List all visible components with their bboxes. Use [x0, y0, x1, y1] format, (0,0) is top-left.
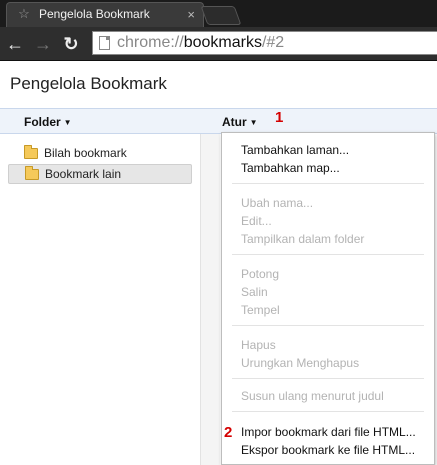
- menu-cut[interactable]: Potong: [241, 267, 279, 281]
- url-host: bookmarks: [183, 34, 262, 51]
- tab-title: Pengelola Bookmark: [39, 7, 150, 21]
- tree-item-label: Bilah bookmark: [44, 146, 127, 160]
- folder-icon: [25, 165, 39, 180]
- organize-dropdown-menu: Tambahkan laman... Tambahkan map... Ubah…: [221, 132, 435, 465]
- pane-splitter[interactable]: [200, 134, 220, 465]
- annotation-marker-1: 1: [275, 109, 284, 126]
- menu-copy[interactable]: Salin: [241, 285, 268, 299]
- menu-separator: [232, 254, 424, 255]
- menu-rename[interactable]: Ubah nama...: [241, 196, 313, 210]
- tree-item-label: Bookmark lain: [45, 167, 122, 181]
- organize-menu-button[interactable]: Atur ▼: [222, 115, 258, 129]
- menu-delete[interactable]: Hapus: [241, 338, 276, 352]
- page-title: Pengelola Bookmark: [10, 74, 167, 93]
- menu-sort-by-title[interactable]: Susun ulang menurut judul: [241, 389, 384, 403]
- back-button[interactable]: ←: [4, 33, 26, 55]
- tree-item-bookmarks-bar[interactable]: Bilah bookmark: [8, 143, 192, 163]
- menu-separator: [232, 325, 424, 326]
- url-text: chrome://bookmarks/#2: [117, 34, 284, 52]
- menu-add-page[interactable]: Tambahkan laman...: [241, 143, 349, 157]
- star-icon: ☆: [18, 6, 30, 21]
- url-path: /#2: [261, 34, 285, 51]
- organize-menu-label: Atur: [222, 115, 247, 129]
- new-tab-button[interactable]: [200, 6, 242, 25]
- menu-undo-delete[interactable]: Urungkan Menghapus: [241, 356, 359, 370]
- menu-paste[interactable]: Tempel: [241, 303, 280, 317]
- column-header-bar: Folder ▼ Atur ▼: [0, 108, 437, 134]
- folder-menu-label: Folder: [24, 115, 61, 129]
- menu-import-html[interactable]: Impor bookmark dari file HTML...: [241, 425, 416, 439]
- close-tab-icon[interactable]: ×: [187, 7, 195, 22]
- tree-item-other-bookmarks[interactable]: Bookmark lain: [8, 164, 192, 184]
- forward-button[interactable]: →: [32, 33, 54, 55]
- folder-tree: Bilah bookmark Bookmark lain: [0, 134, 200, 465]
- tab-strip: ☆ Pengelola Bookmark ×: [0, 0, 437, 28]
- reload-button[interactable]: ↻: [60, 33, 82, 55]
- folder-menu-button[interactable]: Folder ▼: [24, 115, 72, 129]
- url-scheme: chrome://: [117, 34, 184, 51]
- annotation-marker-2: 2: [224, 424, 233, 441]
- menu-separator: [232, 378, 424, 379]
- folder-icon: [24, 144, 38, 159]
- page-icon: [99, 36, 110, 50]
- browser-tab[interactable]: ☆ Pengelola Bookmark ×: [6, 2, 204, 28]
- address-bar[interactable]: chrome://bookmarks/#2: [92, 31, 437, 55]
- menu-separator: [232, 411, 424, 412]
- menu-add-folder[interactable]: Tambahkan map...: [241, 161, 340, 175]
- caret-down-icon: ▼: [249, 118, 258, 127]
- menu-edit[interactable]: Edit...: [241, 214, 272, 228]
- menu-show-in-folder[interactable]: Tampilkan dalam folder: [241, 232, 364, 246]
- browser-toolbar: ← → ↻ chrome://bookmarks/#2: [0, 27, 437, 61]
- caret-down-icon: ▼: [63, 118, 72, 127]
- menu-separator: [232, 183, 424, 184]
- menu-export-html[interactable]: Ekspor bookmark ke file HTML...: [241, 443, 415, 457]
